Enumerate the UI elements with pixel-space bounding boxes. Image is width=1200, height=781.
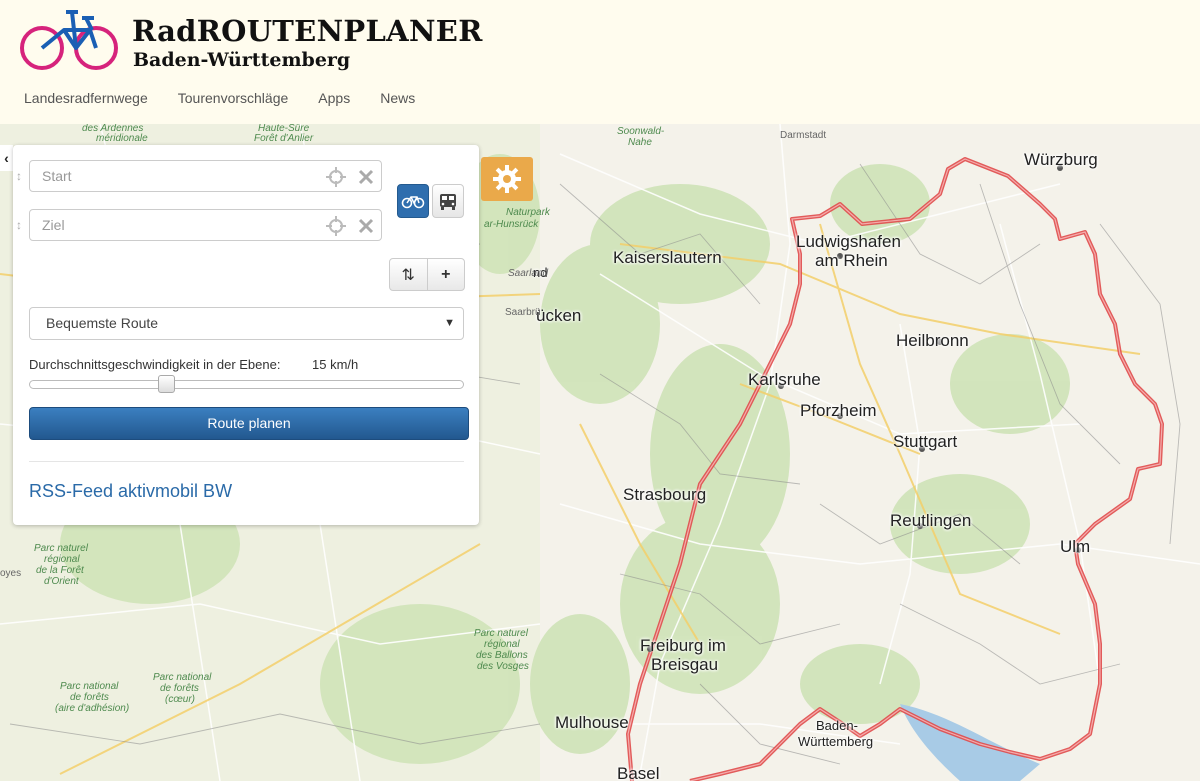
bicycle-icon[interactable]	[18, 8, 120, 72]
collapse-panel-button[interactable]: ‹	[0, 145, 13, 171]
gear-icon	[493, 165, 521, 193]
crosshair-icon[interactable]	[325, 166, 347, 188]
city-label: Freiburg im	[640, 636, 726, 655]
map-label: d'Orient	[44, 576, 79, 587]
start-field[interactable]	[29, 160, 382, 192]
city-label: Basel	[617, 764, 660, 781]
ziel-input[interactable]	[40, 216, 314, 234]
site-header: RadROUTENPLANER Baden-Württemberg Landes…	[0, 0, 1200, 124]
city-label: Mulhouse	[555, 713, 629, 732]
map-label: Parc national	[60, 681, 119, 692]
nav-tourenvorschlaege[interactable]: Tourenvorschläge	[178, 90, 289, 106]
drag-handle-icon[interactable]: ↕	[16, 169, 22, 183]
ziel-field[interactable]	[29, 209, 382, 241]
chevron-down-icon: ▼	[444, 317, 455, 329]
city-label: Karlsruhe	[748, 370, 821, 389]
map-label: de forêts	[160, 683, 199, 694]
map-label: Parc national	[153, 672, 212, 683]
city-label: Würzburg	[1024, 150, 1098, 169]
speed-slider[interactable]	[29, 380, 464, 389]
city-label: Heilbronn	[896, 331, 969, 350]
map-label: (cœur)	[165, 694, 195, 705]
city-label: Württemberg	[798, 734, 874, 749]
mode-bike-button[interactable]	[397, 184, 429, 218]
city-label: am Rhein	[815, 251, 888, 270]
city-label: Ludwigshafen	[796, 232, 901, 251]
map-label: des Ballons	[476, 650, 528, 661]
nav-news[interactable]: News	[380, 90, 415, 106]
rss-feed-link[interactable]: RSS-Feed aktivmobil BW	[29, 481, 232, 502]
settings-button[interactable]	[481, 157, 533, 201]
route-type-value: Bequemste Route	[46, 315, 159, 331]
brand-subtitle[interactable]: Baden-Württemberg	[133, 49, 350, 71]
map-label: des Vosges	[477, 661, 529, 672]
waypoint-button-group: ⇅ +	[389, 258, 465, 291]
route-planner-panel: ↕ ↕	[13, 145, 479, 525]
city-label: Reutlingen	[890, 511, 972, 530]
plan-route-button[interactable]: Route planen	[29, 407, 469, 440]
speed-label: Durchschnittsgeschwindigkeit in der Eben…	[29, 357, 281, 372]
map-label: Saarbrü	[505, 307, 541, 318]
main-nav: Landesradfernwege Tourenvorschläge Apps …	[24, 90, 445, 106]
divider	[29, 461, 464, 462]
city-label: ücken	[536, 306, 582, 325]
city-label: Strasbourg	[623, 485, 707, 504]
map-label: Darmstadt	[780, 130, 827, 141]
bicycle-icon	[401, 196, 425, 209]
mode-transit-button[interactable]	[432, 184, 464, 218]
nav-landesradfernwege[interactable]: Landesradfernwege	[24, 90, 148, 106]
map-label: régional	[44, 554, 80, 565]
add-waypoint-button[interactable]: +	[428, 259, 465, 290]
brand-title[interactable]: RadROUTENPLANER	[132, 14, 483, 48]
map-label: (aire d'adhésion)	[55, 703, 130, 714]
start-input[interactable]	[40, 167, 314, 185]
speed-slider-handle[interactable]	[158, 375, 175, 393]
close-icon[interactable]	[357, 168, 375, 186]
city-label: Stuttgart	[893, 432, 958, 451]
city-label: Pforzheim	[800, 401, 877, 420]
map-label: de la Forêt	[36, 565, 84, 576]
map-label: Parc naturel	[474, 628, 528, 639]
nav-apps[interactable]: Apps	[318, 90, 350, 106]
drag-handle-icon[interactable]: ↕	[16, 218, 22, 232]
map-label: méridionale	[96, 133, 148, 144]
bus-icon	[440, 194, 456, 210]
city-label: Breisgau	[651, 655, 719, 674]
route-type-select[interactable]: Bequemste Route ▼	[29, 307, 464, 340]
map-label: Nahe	[628, 137, 652, 148]
map-label: régional	[484, 639, 520, 650]
map-label: Saarland	[508, 268, 549, 279]
close-icon[interactable]	[357, 217, 375, 235]
map-label: oyes	[0, 568, 22, 579]
map-label: Parc naturel	[34, 543, 88, 554]
map-label: Naturpark	[506, 207, 550, 218]
map-label: ar-Hunsrück	[484, 219, 539, 230]
map-label: Forêt d'Anlier	[254, 133, 314, 144]
city-label: Ulm	[1060, 537, 1091, 556]
map-label: de forêts	[70, 692, 109, 703]
map-label: Soonwald-	[617, 126, 665, 137]
speed-value: 15 km/h	[312, 357, 359, 372]
swap-button[interactable]: ⇅	[390, 259, 428, 290]
city-label: Kaiserslautern	[613, 248, 722, 267]
crosshair-icon[interactable]	[325, 215, 347, 237]
city-label: Baden-	[816, 718, 858, 733]
